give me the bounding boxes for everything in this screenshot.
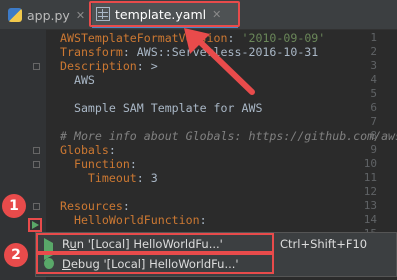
run-highlight-box [36, 233, 274, 253]
code-line: AWS [60, 73, 95, 87]
code-token: : [199, 213, 207, 227]
tab-label: app.py [27, 7, 70, 23]
annotation-badge-1: 1 [2, 194, 26, 218]
code-line: HelloWorldFunction: [60, 213, 207, 227]
code-token: # More info about Globals: https://githu… [60, 129, 397, 143]
code-token: Globals [60, 143, 109, 157]
code-token: Description [60, 59, 137, 73]
fold-marker-icon[interactable] [33, 63, 40, 70]
code-line: Function: [60, 157, 137, 171]
code-token: AWS [60, 73, 95, 87]
code-line: Timeout: 3 [60, 171, 158, 185]
code-token: : [122, 199, 130, 213]
code-token: HelloWorldFunction [60, 213, 200, 227]
code-token: : > [136, 59, 158, 73]
code-line: Globals: [60, 143, 116, 157]
run-shortcut: Ctrl+Shift+F10 [280, 237, 368, 251]
close-icon[interactable]: ✕ [76, 9, 85, 22]
fold-marker-icon[interactable] [33, 203, 40, 210]
code-line: Description: > [60, 59, 158, 73]
code-token: : [129, 157, 137, 171]
code-token: Timeout [60, 171, 137, 185]
tab-app-py[interactable]: app.py ✕ [4, 3, 88, 27]
fold-marker-icon[interactable] [33, 147, 40, 154]
fold-marker-icon[interactable] [33, 161, 40, 168]
code-token: Sample SAM Template for AWS [60, 101, 263, 115]
code-token: Resources [60, 199, 123, 213]
code-line: Resources: [60, 199, 130, 213]
debug-highlight-box [36, 253, 274, 274]
annotation-badge-2: 2 [4, 243, 28, 267]
annotation-arrow-icon [184, 28, 255, 95]
code-token: Function [60, 157, 130, 171]
code-line: Sample SAM Template for AWS [60, 101, 262, 115]
tab-highlight-box [89, 1, 240, 27]
code-line: # More info about Globals: https://githu… [60, 129, 397, 143]
code-token: : 3 [136, 171, 158, 185]
run-gutter-icon[interactable] [28, 218, 42, 232]
code-token: : [108, 143, 116, 157]
python-file-icon [8, 8, 22, 22]
editor-tab-bar: app.py ✕ template.yaml ✕ [0, 0, 397, 30]
code-token: Transform [60, 45, 123, 59]
